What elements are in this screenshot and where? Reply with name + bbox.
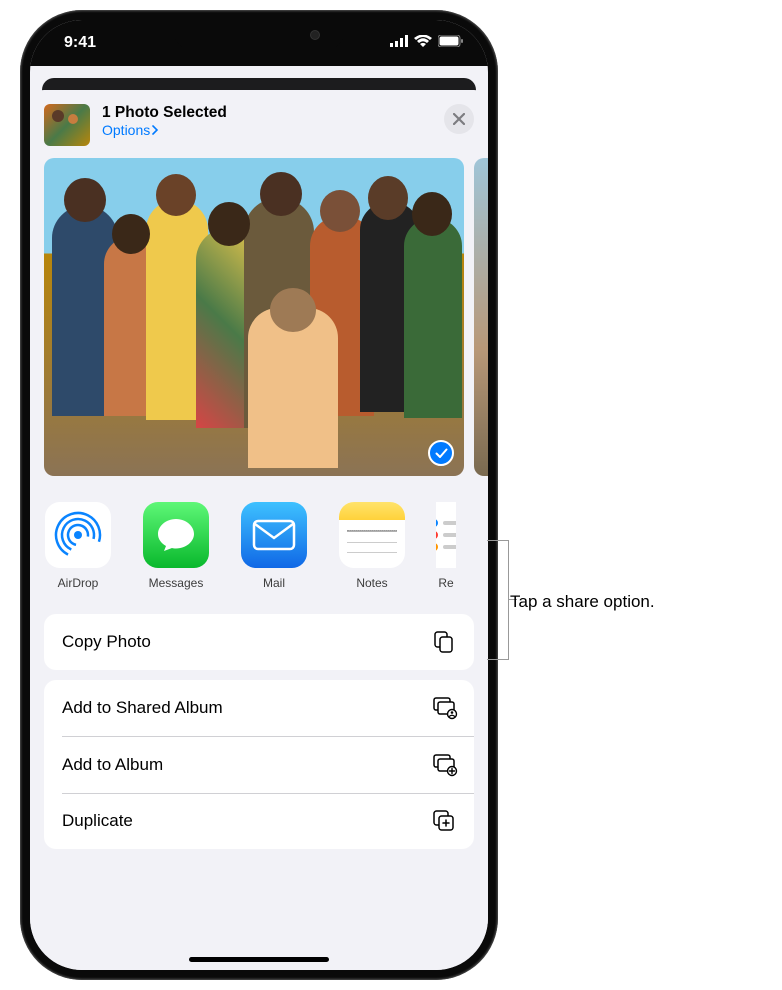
options-label: Options: [102, 122, 150, 138]
action-copy-photo[interactable]: Copy Photo: [44, 614, 474, 670]
action-add-album[interactable]: Add to Album: [44, 737, 474, 793]
sheet-title: 1 Photo Selected: [102, 104, 444, 122]
duplicate-icon: [432, 809, 456, 833]
copy-doc-icon: [432, 630, 456, 654]
options-link[interactable]: Options: [102, 122, 159, 138]
notch: [174, 20, 344, 50]
home-indicator[interactable]: [189, 957, 329, 962]
close-button[interactable]: [444, 104, 474, 134]
share-app-messages[interactable]: Messages: [142, 502, 210, 590]
battery-icon: [438, 34, 464, 52]
share-sheet: 1 Photo Selected Options: [30, 90, 488, 970]
share-app-notes[interactable]: Notes: [338, 502, 406, 590]
app-label: AirDrop: [58, 576, 99, 590]
mail-icon: [241, 502, 307, 568]
airdrop-icon: [45, 502, 111, 568]
action-group-album: Add to Shared Album Add to Album Duplica…: [44, 680, 474, 849]
app-label: Mail: [263, 576, 285, 590]
close-icon: [453, 113, 465, 125]
phone-frame: 9:41 1 Photo Selected: [20, 10, 498, 980]
callout-bracket: [487, 540, 509, 660]
selected-photo[interactable]: [44, 158, 464, 476]
chevron-right-icon: [152, 122, 159, 138]
action-group-copy: Copy Photo: [44, 614, 474, 670]
app-label: Messages: [149, 576, 204, 590]
next-photo-peek[interactable]: [474, 158, 488, 476]
action-add-shared-album[interactable]: Add to Shared Album: [44, 680, 474, 736]
share-apps-row[interactable]: AirDrop Messages Mail: [30, 476, 488, 604]
share-app-airdrop[interactable]: AirDrop: [44, 502, 112, 590]
action-label: Add to Shared Album: [62, 698, 223, 718]
photo-preview-strip[interactable]: [30, 158, 488, 476]
shared-album-icon: [432, 696, 456, 720]
callout-text: Tap a share option.: [510, 592, 655, 612]
phone-screen: 9:41 1 Photo Selected: [30, 20, 488, 970]
app-label: Re: [438, 576, 453, 590]
app-label: Notes: [356, 576, 387, 590]
action-label: Copy Photo: [62, 632, 151, 652]
selection-check-badge: [428, 440, 454, 466]
action-label: Duplicate: [62, 811, 133, 831]
notes-icon: [339, 502, 405, 568]
album-add-icon: [432, 753, 456, 777]
sheet-header: 1 Photo Selected Options: [30, 90, 488, 158]
cellular-bars-icon: [390, 34, 408, 52]
messages-icon: [143, 502, 209, 568]
action-duplicate[interactable]: Duplicate: [44, 793, 474, 849]
checkmark-icon: [435, 448, 448, 459]
reminders-icon: [436, 502, 456, 568]
clock: 9:41: [54, 34, 96, 52]
share-app-mail[interactable]: Mail: [240, 502, 308, 590]
action-label: Add to Album: [62, 755, 163, 775]
photo-thumbnail[interactable]: [44, 104, 90, 146]
share-app-reminders[interactable]: Re: [436, 502, 456, 590]
wifi-icon: [414, 34, 432, 52]
